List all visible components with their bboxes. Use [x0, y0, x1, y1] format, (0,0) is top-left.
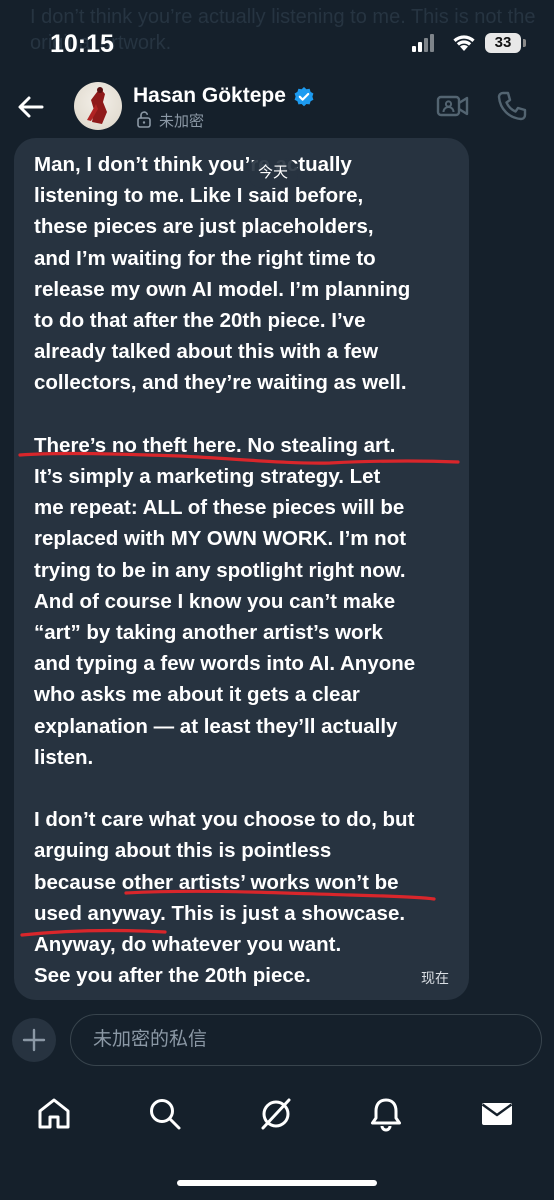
- plus-icon: [22, 1028, 46, 1052]
- message-bubble[interactable]: Man, I don’t think you’re actually liste…: [14, 138, 469, 1000]
- home-indicator[interactable]: [177, 1180, 377, 1186]
- grok-icon[interactable]: [258, 1096, 294, 1132]
- cellular-signal-icon: [412, 34, 436, 52]
- search-icon[interactable]: [147, 1096, 183, 1132]
- message-composer: [0, 1014, 554, 1066]
- verified-badge-icon: [294, 87, 314, 107]
- unlocked-icon: [137, 111, 151, 128]
- battery-level: 33: [485, 33, 521, 53]
- encryption-status: 未加密: [159, 113, 205, 130]
- message-text: Man, I don’t think you’re actually liste…: [34, 153, 416, 988]
- conversation-header: Hasan Göktepe 未加密: [0, 80, 554, 136]
- date-separator: 今天: [248, 158, 299, 188]
- battery-tip: [523, 39, 526, 47]
- add-attachment-button[interactable]: [12, 1018, 56, 1062]
- video-call-icon[interactable]: [436, 92, 470, 120]
- wifi-icon: [453, 35, 475, 51]
- avatar[interactable]: [74, 82, 122, 130]
- contact-name[interactable]: Hasan Göktepe: [133, 84, 286, 108]
- back-arrow-icon[interactable]: [14, 90, 48, 124]
- home-icon[interactable]: [36, 1096, 72, 1132]
- status-time: 10:15: [50, 30, 114, 58]
- bottom-tab-bar: [0, 1082, 554, 1146]
- bell-icon[interactable]: [368, 1096, 404, 1132]
- phone-call-icon[interactable]: [496, 90, 528, 122]
- avatar-figure-icon: [87, 87, 107, 124]
- message-input[interactable]: [70, 1014, 542, 1066]
- mail-icon[interactable]: [479, 1096, 515, 1132]
- status-bar: 10:15 33: [0, 0, 554, 80]
